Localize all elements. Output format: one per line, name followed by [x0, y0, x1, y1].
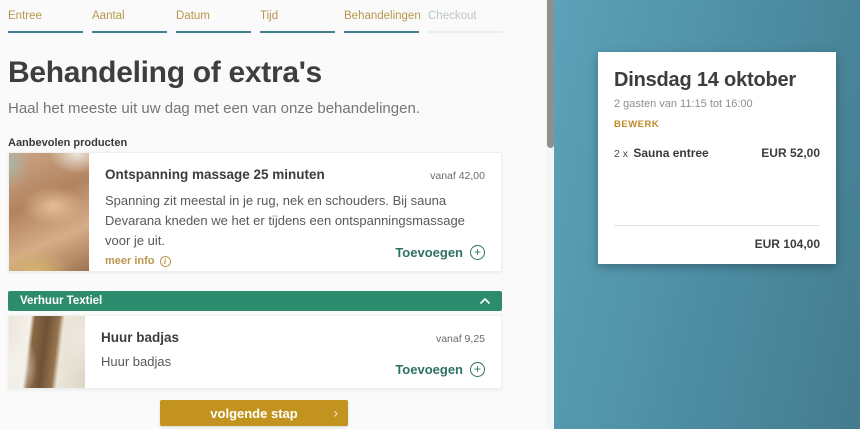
product-price: vanaf 42,00 — [430, 170, 485, 182]
step-tijd[interactable]: Tijd — [260, 10, 335, 33]
summary-total: EUR 104,00 — [614, 237, 820, 251]
add-row: Toevoegen + — [395, 244, 485, 262]
more-info-label: meer info — [105, 255, 155, 267]
add-button-label: Toevoegen — [395, 362, 463, 377]
info-icon: i — [160, 256, 171, 267]
step-aantal[interactable]: Aantal — [92, 10, 167, 33]
booking-summary-panel: Dinsdag 14 oktober 2 gasten van 11:15 to… — [554, 0, 860, 429]
summary-spacer — [614, 160, 820, 225]
line-item-name: Sauna entree — [633, 146, 708, 160]
product-card-body: Huur badjas vanaf 9,25 Huur badjas Toevo… — [85, 316, 501, 388]
chevron-up-icon — [480, 298, 490, 304]
booking-summary-card: Dinsdag 14 oktober 2 gasten van 11:15 to… — [598, 52, 836, 264]
product-description: Spanning zit meestal in je rug, nek en s… — [105, 191, 485, 251]
product-card-massage: Ontspanning massage 25 minuten vanaf 42,… — [8, 152, 502, 272]
summary-divider — [614, 225, 820, 226]
section-label-aanbevolen: Aanbevolen producten — [8, 137, 127, 149]
product-card-badjas: Huur badjas vanaf 9,25 Huur badjas Toevo… — [8, 315, 502, 389]
category-bar-verhuur-textiel[interactable]: Verhuur Textiel — [8, 291, 502, 311]
product-title: Ontspanning massage 25 minuten — [105, 167, 325, 182]
product-card-body: Ontspanning massage 25 minuten vanaf 42,… — [89, 153, 501, 271]
add-badjas-button[interactable]: Toevoegen + — [395, 362, 485, 377]
summary-line-item: 2 x Sauna entree EUR 52,00 — [614, 146, 820, 160]
summary-date: Dinsdag 14 oktober — [614, 69, 820, 92]
step-checkout: Checkout — [428, 10, 503, 33]
line-item-quantity: 2 x — [614, 148, 628, 160]
step-behandelingen[interactable]: Behandelingen — [344, 10, 419, 33]
massage-photo — [9, 153, 89, 271]
chevron-right-icon: › — [333, 404, 338, 420]
product-card-head: Ontspanning massage 25 minuten vanaf 42,… — [105, 167, 485, 182]
product-title: Huur badjas — [101, 330, 179, 345]
next-step-button[interactable]: volgende stap › — [160, 400, 348, 426]
line-item-left: 2 x Sauna entree — [614, 146, 709, 160]
page-title: Behandeling of extra's — [8, 56, 322, 90]
step-nav: Entree Aantal Datum Tijd Behandelingen C… — [8, 10, 503, 33]
line-item-price: EUR 52,00 — [761, 146, 820, 160]
badjas-photo — [9, 316, 85, 388]
booking-main-panel: Entree Aantal Datum Tijd Behandelingen C… — [0, 0, 546, 429]
next-step-label: volgende stap — [210, 406, 297, 421]
edit-booking-link[interactable]: BEWERK — [614, 119, 659, 130]
product-price: vanaf 9,25 — [436, 333, 485, 345]
step-entree[interactable]: Entree — [8, 10, 83, 33]
scrollbar-thumb[interactable] — [547, 0, 554, 148]
summary-meta: 2 gasten van 11:15 tot 16:00 — [614, 98, 820, 110]
add-massage-button[interactable]: Toevoegen + — [395, 245, 485, 260]
vertical-scrollbar[interactable] — [546, 0, 554, 429]
product-card-head: Huur badjas vanaf 9,25 — [101, 330, 485, 345]
more-info-link[interactable]: meer info i — [105, 255, 171, 267]
step-datum[interactable]: Datum — [176, 10, 251, 33]
plus-circle-icon: + — [470, 245, 485, 260]
add-button-label: Toevoegen — [395, 245, 463, 260]
page-subtitle: Haal het meeste uit uw dag met een van o… — [8, 100, 420, 117]
plus-circle-icon: + — [470, 362, 485, 377]
add-row: Toevoegen + — [395, 361, 485, 379]
category-bar-label: Verhuur Textiel — [20, 295, 102, 307]
